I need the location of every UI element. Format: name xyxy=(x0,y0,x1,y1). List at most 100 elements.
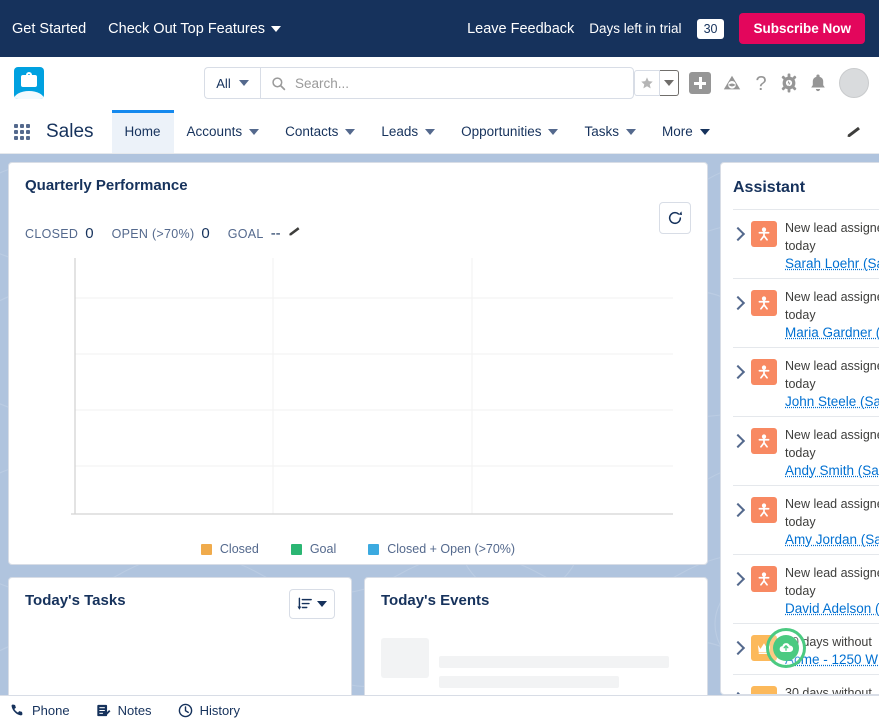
list-item[interactable]: 30 days without Acme - 1250 W xyxy=(730,623,879,674)
utility-item-notes[interactable]: Notes xyxy=(96,703,152,718)
list-item-body: New lead assigned today Andy Smith (Samp… xyxy=(785,426,879,478)
refresh-icon[interactable] xyxy=(659,202,691,234)
leave-feedback-link[interactable]: Leave Feedback xyxy=(467,21,574,37)
assistant-item-link[interactable]: Amy Jordan (Sample) xyxy=(785,532,879,547)
top-features-menu[interactable]: Check Out Top Features xyxy=(108,21,282,37)
new-item-icon[interactable] xyxy=(689,72,711,94)
lead-icon xyxy=(751,221,777,247)
legend-swatch-closed xyxy=(200,543,212,555)
tab-contacts-label: Contacts xyxy=(285,124,339,139)
assistant-column: Assistant New lead assigned today Sarah … xyxy=(720,162,879,695)
tab-contacts[interactable]: Contacts xyxy=(272,110,368,153)
legend-item-closed[interactable]: Closed xyxy=(200,542,259,556)
tab-tasks[interactable]: Tasks xyxy=(571,110,649,153)
list-item-body: 30 days without Global Media - xyxy=(785,684,879,694)
assistant-item-text2: today xyxy=(785,515,816,529)
help-icon[interactable]: ? xyxy=(753,72,769,94)
chevron-down-icon xyxy=(345,128,356,135)
tab-tasks-label: Tasks xyxy=(584,124,619,139)
notifications-bell-icon[interactable] xyxy=(809,73,827,93)
list-item[interactable]: New lead assigned today David Adelson (S… xyxy=(730,554,879,623)
lead-icon xyxy=(751,359,777,385)
tab-home[interactable]: Home xyxy=(111,110,174,153)
edit-goal-pencil-icon[interactable] xyxy=(288,224,302,238)
einstein-icon[interactable] xyxy=(721,73,743,93)
metric-open-label: OPEN (>70%) xyxy=(111,226,195,241)
chart-plot-area xyxy=(71,258,673,515)
events-placeholder xyxy=(381,638,669,688)
assistant-title: Assistant xyxy=(733,179,806,196)
chevron-right-icon xyxy=(730,640,746,656)
legend-swatch-closed-open xyxy=(368,543,380,555)
assistant-item-link[interactable]: Sarah Loehr (Sample) xyxy=(785,256,879,271)
phone-icon xyxy=(11,704,23,716)
search-input[interactable] xyxy=(295,75,623,91)
salesforce-home-app: Get Started Check Out Top Features Leave… xyxy=(0,0,879,725)
trial-banner-right: Leave Feedback Days left in trial 30 Sub… xyxy=(467,13,867,44)
subscribe-now-button[interactable]: Subscribe Now xyxy=(739,13,865,44)
search-scope-select[interactable]: All xyxy=(204,67,260,99)
list-item-body: 30 days without Acme - 1250 W xyxy=(785,633,879,667)
assistant-item-text2: today xyxy=(785,584,816,598)
legend-label-closed: Closed xyxy=(219,542,259,556)
assistant-item-text: New lead assigned xyxy=(785,566,879,580)
assistant-item-link[interactable]: Maria Gardner (Sample) xyxy=(785,325,879,340)
legend-item-goal[interactable]: Goal xyxy=(290,542,336,556)
assistant-item-link[interactable]: Andy Smith (Sample) xyxy=(785,463,879,478)
list-item[interactable]: New lead assigned today John Steele (Sam… xyxy=(730,347,879,416)
assistant-item-link[interactable]: John Steele (Sample) xyxy=(785,394,879,409)
tab-more[interactable]: More xyxy=(649,110,723,153)
get-started-link[interactable]: Get Started xyxy=(12,21,86,37)
list-item[interactable]: New lead assigned today Sarah Loehr (Sam… xyxy=(730,209,879,278)
chevron-right-icon xyxy=(730,364,746,380)
metric-goal-label: GOAL xyxy=(227,227,264,241)
setup-gear-icon[interactable] xyxy=(779,73,799,93)
assistant-item-text: New lead assigned xyxy=(785,359,879,373)
trial-banner-left: Get Started Check Out Top Features xyxy=(12,21,282,37)
favorites-dropdown-icon[interactable] xyxy=(660,70,679,96)
favorites-star-icon[interactable] xyxy=(634,70,660,96)
edit-page-pencil-icon[interactable] xyxy=(846,123,879,140)
lead-icon xyxy=(751,566,777,592)
chevron-right-icon xyxy=(730,571,746,587)
search-box[interactable] xyxy=(260,67,634,99)
assistant-item-text: New lead assigned xyxy=(785,428,879,442)
search-scope-value: All xyxy=(216,75,231,91)
assistant-item-link[interactable]: David Adelson (Sample) xyxy=(785,601,879,616)
list-item-body: New lead assigned today John Steele (Sam… xyxy=(785,357,879,409)
legend-item-closed-open[interactable]: Closed + Open (>70%) xyxy=(368,542,515,556)
page-title: Quarterly Performance xyxy=(25,177,188,194)
global-search: All xyxy=(204,67,634,99)
utility-item-phone[interactable]: Phone xyxy=(10,703,70,718)
utility-bar: Phone Notes History xyxy=(0,695,879,725)
home-page-content: Quarterly Performance CLOSED 0 OPEN (>70… xyxy=(0,154,879,717)
trial-banner: Get Started Check Out Top Features Leave… xyxy=(0,0,879,57)
chart-legend: Closed Goal Closed + Open (>70%) xyxy=(25,542,691,556)
favorites-group xyxy=(634,70,679,96)
tab-more-label: More xyxy=(661,124,693,139)
assistant-item-link[interactable]: Acme - 1250 W xyxy=(785,652,879,667)
list-item[interactable]: New lead assigned today Andy Smith (Samp… xyxy=(730,416,879,485)
salesforce-app-logo-icon[interactable] xyxy=(14,67,44,99)
list-item-body: New lead assigned today Amy Jordan (Samp… xyxy=(785,495,879,547)
chevron-down-icon xyxy=(548,128,559,135)
list-item[interactable]: New lead assigned today Amy Jordan (Samp… xyxy=(730,485,879,554)
chevron-down-icon xyxy=(238,80,249,86)
lead-icon xyxy=(751,290,777,316)
tab-accounts[interactable]: Accounts xyxy=(174,110,273,153)
user-avatar[interactable] xyxy=(839,68,869,98)
chevron-right-icon xyxy=(730,502,746,518)
tab-leads[interactable]: Leads xyxy=(368,110,448,153)
chevron-right-icon xyxy=(730,295,746,311)
app-name-label: Sales xyxy=(46,120,94,142)
list-item[interactable]: 30 days without Global Media - xyxy=(730,674,879,694)
chevron-down-icon xyxy=(249,128,260,135)
legend-label-closed-open: Closed + Open (>70%) xyxy=(387,542,516,556)
utility-item-history[interactable]: History xyxy=(178,703,240,718)
app-launcher-icon[interactable] xyxy=(14,123,30,140)
tab-opportunities[interactable]: Opportunities xyxy=(448,110,571,153)
assistant-item-text2: today xyxy=(785,377,816,391)
tasks-sort-button[interactable] xyxy=(289,589,335,619)
quarterly-performance-card: Quarterly Performance CLOSED 0 OPEN (>70… xyxy=(8,162,708,565)
list-item[interactable]: New lead assigned today Maria Gardner (S… xyxy=(730,278,879,347)
